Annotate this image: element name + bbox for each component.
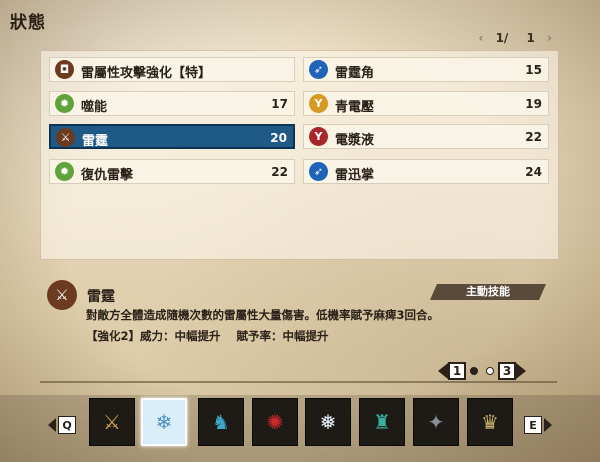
hunter-icon: ⚔ <box>103 410 121 434</box>
monster-slot-selected[interactable]: ❄ <box>141 398 187 446</box>
monster-slot[interactable]: ❅ <box>305 398 351 446</box>
upgrade-rate: 賦予率：中幅提升 <box>236 329 329 343</box>
monster-slot[interactable]: ⚔ <box>89 398 135 446</box>
page-current-box[interactable]: 1 <box>448 362 466 380</box>
e-key-button[interactable]: E <box>524 416 542 434</box>
monster-icon: ✺ <box>266 410 284 434</box>
skill-name: 電漿液 <box>335 133 375 148</box>
skill-name: 雷屬性攻擊強化【特】 <box>81 66 212 81</box>
runner-icon: ➶ <box>309 60 328 79</box>
monster-slot[interactable]: ♛ <box>467 398 513 446</box>
skill-name: 噬能 <box>81 100 108 115</box>
skill-level: 19 <box>525 97 542 111</box>
skill-item[interactable]: ✹ 復仇雷擊 22 <box>49 159 295 184</box>
prev-page-icon[interactable]: ‹ <box>478 31 483 45</box>
skill-item[interactable]: Y 青電壓 19 <box>303 91 549 116</box>
splat-icon: ✹ <box>55 162 74 181</box>
monster-slot[interactable]: ✺ <box>252 398 298 446</box>
skill-item[interactable]: ➶ 雷迅掌 24 <box>303 159 549 184</box>
skill-item[interactable]: ◘ 雷屬性攻擊強化【特】 <box>49 57 295 82</box>
splat-icon: ✹ <box>55 94 74 113</box>
skill-level: 15 <box>525 63 542 77</box>
monster-icon: ♜ <box>373 410 391 434</box>
q-key-button[interactable]: Q <box>58 416 76 434</box>
skill-item[interactable]: ✹ 噬能 17 <box>49 91 295 116</box>
upgrade-power: 【強化2】威力：中幅提升 <box>86 329 221 343</box>
skill-name: 雷霆角 <box>335 66 375 81</box>
skill-name: 青電壓 <box>335 100 375 115</box>
skill-level: 22 <box>271 165 288 179</box>
page-total-box[interactable]: 3 <box>498 362 516 380</box>
skill-name: 復仇雷擊 <box>81 168 134 183</box>
hunter-icon: ♛ <box>481 410 499 434</box>
monster-slot[interactable]: ✦ <box>413 398 459 446</box>
page-title: 狀態 <box>10 13 46 33</box>
skill-type-badge: 主動技能 <box>430 284 546 300</box>
skill-level: 17 <box>271 97 288 111</box>
detail-skill-name: 雷霆 <box>87 289 115 305</box>
monster-slot[interactable]: ♜ <box>359 398 405 446</box>
skill-name: 雷迅掌 <box>335 168 375 183</box>
runner-icon: ➶ <box>309 162 328 181</box>
sword-burst-icon: ⚔ <box>47 280 77 310</box>
skill-level: 20 <box>270 131 287 145</box>
page-current: 1/ <box>495 31 509 45</box>
divider <box>40 381 557 383</box>
page-total: 1 <box>526 31 535 45</box>
figure-icon: Y <box>309 127 328 146</box>
prev-arrow-icon[interactable] <box>438 363 448 379</box>
monster-icon: ✦ <box>427 410 445 434</box>
monster-icon: ❅ <box>319 410 337 434</box>
page-dot-active <box>470 367 478 375</box>
skill-level: 22 <box>525 130 542 144</box>
sword-burst-icon: ⚔ <box>56 128 75 147</box>
monster-icon: ♞ <box>212 410 230 434</box>
shield-emblem-icon: ◘ <box>55 60 74 79</box>
next-page-icon[interactable]: › <box>547 31 552 45</box>
dragon-icon: ❄ <box>155 410 173 434</box>
left-arrow-icon[interactable] <box>48 418 56 432</box>
skill-level: 24 <box>525 165 542 179</box>
page-indicator: ‹ 1/ 1 › <box>470 31 560 45</box>
detail-page-nav: 1 3 <box>438 362 526 380</box>
skill-description: 對敵方全體造成隨機次數的雷屬性大量傷害。低機率賦予麻痺3回合。 <box>86 308 439 322</box>
monster-slot[interactable]: ♞ <box>198 398 244 446</box>
skill-item[interactable]: ➶ 雷霆角 15 <box>303 57 549 82</box>
skill-name: 雷霆 <box>82 134 109 149</box>
page-dot <box>486 367 494 375</box>
skill-upgrade-info: 【強化2】威力：中幅提升 賦予率：中幅提升 <box>86 328 345 344</box>
next-arrow-icon[interactable] <box>516 363 526 379</box>
skill-item[interactable]: Y 電漿液 22 <box>303 124 549 149</box>
figure-icon: Y <box>309 94 328 113</box>
right-arrow-icon[interactable] <box>544 418 552 432</box>
skill-item-selected[interactable]: ⚔ 雷霆 20 <box>49 124 295 149</box>
